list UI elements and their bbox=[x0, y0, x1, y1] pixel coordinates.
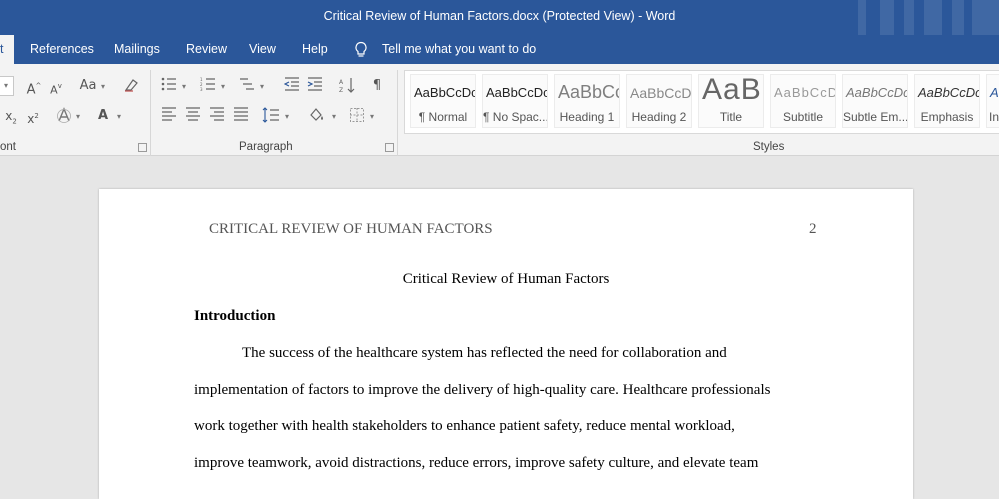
styles-group-label: Styles bbox=[753, 141, 785, 153]
group-separator bbox=[397, 70, 398, 156]
paragraph-line: implementation of factors to improve the… bbox=[194, 382, 771, 398]
lightbulb-icon bbox=[355, 41, 367, 57]
style-subtle-emphasis-name: Subtle Em... bbox=[843, 110, 908, 124]
title-bar: Critical Review of Human Factors.docx (P… bbox=[0, 0, 999, 35]
superscript-icon[interactable]: x2 bbox=[24, 107, 42, 126]
tell-me-search[interactable]: Tell me what you want to do bbox=[354, 35, 536, 64]
shading-icon[interactable] bbox=[308, 107, 326, 125]
text-effects-icon[interactable] bbox=[55, 107, 73, 125]
style-title-sample: AaB bbox=[702, 74, 762, 106]
svg-text:3: 3 bbox=[200, 87, 203, 91]
style-intense-emphasis-name: In bbox=[989, 110, 999, 124]
bullets-icon[interactable] bbox=[160, 77, 178, 95]
tab-view[interactable]: View bbox=[245, 35, 280, 64]
grow-font-icon[interactable]: A^ bbox=[25, 77, 43, 97]
tell-me-label: Tell me what you want to do bbox=[382, 42, 537, 56]
paragraph-line: improve teamwork, avoid distractions, re… bbox=[194, 455, 759, 471]
style-no-spacing[interactable]: AaBbCcDc ¶ No Spac... bbox=[482, 74, 548, 128]
group-separator bbox=[150, 70, 151, 156]
style-no-spacing-name: ¶ No Spac... bbox=[483, 110, 548, 124]
tab-mailings[interactable]: Mailings bbox=[110, 35, 164, 64]
paragraph-group-label: Paragraph bbox=[239, 141, 293, 153]
style-title[interactable]: AaB Title bbox=[698, 74, 764, 128]
page-number: 2 bbox=[809, 221, 817, 237]
section-heading: Introduction bbox=[194, 308, 276, 324]
chevron-down-icon: ▾ bbox=[4, 81, 9, 90]
tab-help[interactable]: Help bbox=[298, 35, 332, 64]
subscript-icon[interactable]: x2 bbox=[2, 107, 20, 125]
style-normal[interactable]: AaBbCcDc ¶ Normal bbox=[410, 74, 476, 128]
font-group-label: ont bbox=[0, 141, 16, 153]
style-heading-2-sample: AaBbCcD bbox=[630, 85, 692, 101]
style-intense-emphasis-sample: A bbox=[990, 85, 999, 100]
style-title-name: Title bbox=[719, 110, 743, 124]
chevron-down-icon: ▾ bbox=[260, 82, 265, 91]
style-subtle-emphasis-sample: AaBbCcDc bbox=[846, 85, 908, 100]
line-spacing-icon[interactable] bbox=[262, 107, 280, 125]
style-normal-sample: AaBbCcDc bbox=[414, 85, 476, 100]
font-dialog-launcher[interactable] bbox=[138, 143, 147, 152]
style-normal-name: ¶ Normal bbox=[418, 110, 468, 124]
numbering-icon[interactable]: 123 bbox=[199, 77, 217, 95]
style-intense-emphasis[interactable]: A In bbox=[986, 74, 999, 128]
document-title: Critical Review of Human Factors bbox=[402, 271, 610, 287]
running-head: CRITICAL REVIEW OF HUMAN FACTORS bbox=[209, 221, 493, 237]
style-heading-2[interactable]: AaBbCcD Heading 2 bbox=[626, 74, 692, 128]
chevron-down-icon: ▾ bbox=[76, 112, 81, 121]
chevron-down-icon: ▾ bbox=[221, 82, 226, 91]
style-heading-2-name: Heading 2 bbox=[631, 110, 687, 124]
document-workspace: CRITICAL REVIEW OF HUMAN FACTORS 2 Criti… bbox=[0, 156, 999, 499]
increase-indent-icon[interactable] bbox=[306, 77, 324, 95]
paragraph-line: work together with health stakeholders t… bbox=[194, 418, 735, 434]
chevron-down-icon: ▾ bbox=[182, 82, 187, 91]
change-case-icon[interactable]: Aa bbox=[77, 77, 99, 95]
sort-icon[interactable]: AZ bbox=[338, 77, 356, 95]
svg-text:Z: Z bbox=[339, 87, 343, 93]
style-heading-1[interactable]: AaBbCc Heading 1 bbox=[554, 74, 620, 128]
ribbon-tab-row: t References Mailings Review View Help T… bbox=[0, 35, 999, 64]
multilevel-list-icon[interactable] bbox=[238, 77, 256, 95]
chevron-down-icon: ▾ bbox=[370, 112, 375, 121]
tab-references[interactable]: References bbox=[26, 35, 98, 64]
style-subtle-emphasis[interactable]: AaBbCcDc Subtle Em... bbox=[842, 74, 908, 128]
paragraph-dialog-launcher[interactable] bbox=[385, 143, 394, 152]
shrink-font-icon[interactable]: Av bbox=[47, 77, 65, 96]
align-center-icon[interactable] bbox=[184, 107, 202, 125]
show-formatting-marks-icon[interactable]: ¶ bbox=[368, 77, 386, 95]
style-subtitle[interactable]: AaBbCcD Subtitle bbox=[770, 74, 836, 128]
font-color-icon[interactable]: A bbox=[94, 107, 112, 125]
chevron-down-icon: ▾ bbox=[285, 112, 290, 121]
style-emphasis-sample: AaBbCcDc bbox=[918, 85, 980, 100]
style-heading-1-name: Heading 1 bbox=[559, 110, 615, 124]
svg-text:A: A bbox=[339, 79, 344, 86]
align-left-icon[interactable] bbox=[160, 107, 178, 125]
style-heading-1-sample: AaBbCc bbox=[558, 82, 620, 102]
tab-home[interactable]: t bbox=[0, 35, 14, 64]
borders-icon[interactable] bbox=[348, 107, 366, 125]
ribbon: ▾ A^ Av Aa ▾ x2 x2 ▾ A ▾ ont ▾ 123 ▾ ▾ A… bbox=[0, 64, 999, 156]
style-emphasis-name: Emphasis bbox=[920, 110, 974, 124]
decrease-indent-icon[interactable] bbox=[283, 77, 301, 95]
justify-icon[interactable] bbox=[232, 107, 250, 125]
tab-review[interactable]: Review bbox=[182, 35, 231, 64]
clear-formatting-icon[interactable] bbox=[122, 77, 140, 95]
chevron-down-icon: ▾ bbox=[117, 112, 122, 121]
document-page[interactable]: CRITICAL REVIEW OF HUMAN FACTORS 2 Criti… bbox=[99, 189, 913, 499]
style-emphasis[interactable]: AaBbCcDc Emphasis bbox=[914, 74, 980, 128]
paragraph-line: The success of the healthcare system has… bbox=[242, 345, 727, 361]
align-right-icon[interactable] bbox=[208, 107, 226, 125]
style-no-spacing-sample: AaBbCcDc bbox=[486, 85, 548, 100]
style-subtitle-name: Subtitle bbox=[782, 110, 824, 124]
chevron-down-icon: ▾ bbox=[332, 112, 337, 121]
style-subtitle-sample: AaBbCcD bbox=[774, 85, 836, 100]
chevron-down-icon: ▾ bbox=[101, 82, 106, 91]
window-title: Critical Review of Human Factors.docx (P… bbox=[323, 9, 676, 23]
